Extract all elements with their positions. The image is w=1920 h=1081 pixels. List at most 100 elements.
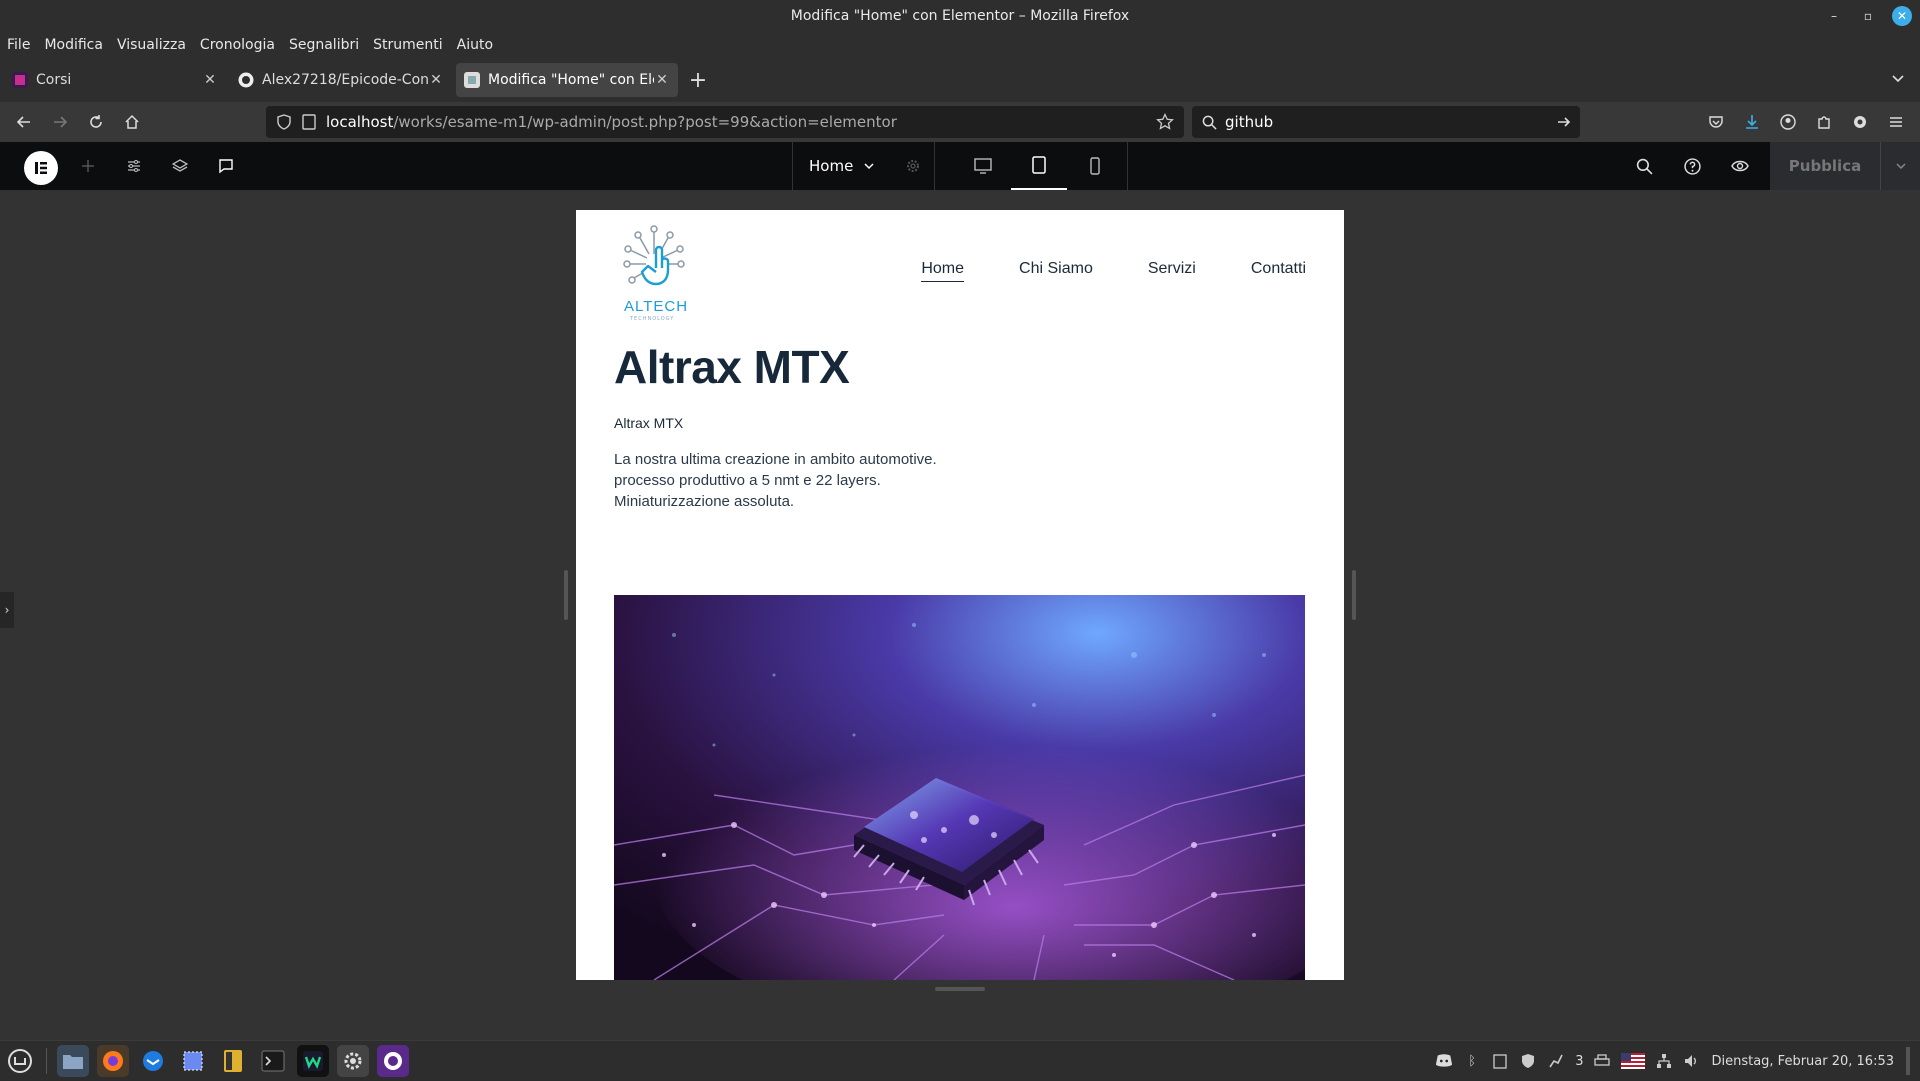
site-settings-icon[interactable] xyxy=(122,142,146,190)
navigator-layers-icon[interactable] xyxy=(168,142,192,190)
menu-file[interactable]: File xyxy=(7,37,30,53)
elementor-logo-icon[interactable] xyxy=(24,151,58,185)
resize-handle-right[interactable] xyxy=(1352,570,1356,620)
bookmark-star-icon[interactable] xyxy=(1156,113,1174,131)
finder-search-icon[interactable] xyxy=(1632,142,1656,190)
show-desktop-button[interactable] xyxy=(1906,1047,1910,1075)
publish-button[interactable]: Pubblica xyxy=(1770,142,1880,190)
comments-icon[interactable] xyxy=(214,142,238,190)
preview-eye-icon[interactable] xyxy=(1728,142,1752,190)
menu-cronologia[interactable]: Cronologia xyxy=(200,37,275,53)
webstorm-app-icon[interactable] xyxy=(297,1044,329,1077)
maximize-icon[interactable]: ▫ xyxy=(1858,6,1878,26)
search-input[interactable]: github xyxy=(1225,113,1273,131)
resize-handle-left[interactable] xyxy=(564,570,568,620)
page-info-icon[interactable] xyxy=(302,114,316,130)
account-icon[interactable] xyxy=(1770,106,1806,138)
github-desktop-app-icon[interactable] xyxy=(377,1044,409,1077)
settings-app-icon[interactable] xyxy=(337,1044,369,1077)
hero-heading[interactable]: Altrax MTX xyxy=(614,340,850,394)
resize-handle-bottom[interactable] xyxy=(935,987,985,991)
window-titlebar: Modifica "Home" con Elementor – Mozilla … xyxy=(0,0,1920,32)
close-window-icon[interactable]: ✕ xyxy=(1892,6,1912,26)
keyboard-layout-flag-icon[interactable] xyxy=(1621,1052,1646,1070)
close-tab-icon[interactable]: ✕ xyxy=(654,72,670,88)
bluetooth-icon[interactable]: ᛒ xyxy=(1463,1052,1481,1070)
new-tab-button[interactable]: + xyxy=(682,64,714,96)
printer-icon[interactable] xyxy=(1593,1052,1611,1070)
desktop-view-icon[interactable] xyxy=(955,142,1011,190)
publish-options-chevron-icon[interactable] xyxy=(1880,142,1920,190)
tab-corsi[interactable]: Corsi ✕ xyxy=(4,63,226,97)
mobile-view-icon[interactable] xyxy=(1067,142,1123,190)
menu-segnalibri[interactable]: Segnalibri xyxy=(289,37,359,53)
editor-canvas: › ALTECH TECHNOLOGY Home Chi Siamo Servi… xyxy=(0,190,1920,1040)
reload-icon[interactable] xyxy=(78,106,114,138)
volume-icon[interactable] xyxy=(1683,1052,1701,1070)
hamburger-menu-icon[interactable] xyxy=(1878,106,1914,138)
tab-elementor[interactable]: Modifica "Home" con Eleme ✕ xyxy=(456,63,678,97)
menu-modifica[interactable]: Modifica xyxy=(44,37,103,53)
discord-icon[interactable] xyxy=(1435,1052,1453,1070)
downloads-icon[interactable] xyxy=(1734,106,1770,138)
tracking-protection-icon[interactable] xyxy=(276,114,292,130)
logo-wordmark: ALTECH xyxy=(624,298,689,315)
epicode-favicon-icon xyxy=(12,72,28,88)
extension-puzzle-icon[interactable] xyxy=(1842,106,1878,138)
taskbar: ᛒ 3 Dienstag, Februar 20, 16:53 xyxy=(0,1040,1920,1080)
back-icon[interactable] xyxy=(6,106,42,138)
nav-home[interactable]: Home xyxy=(921,260,965,282)
terminal-app-icon[interactable] xyxy=(257,1045,289,1077)
pocket-icon[interactable] xyxy=(1698,106,1734,138)
add-element-icon[interactable] xyxy=(76,142,100,190)
tab-github[interactable]: Alex27218/Epicode-Conseg ✕ xyxy=(230,63,452,97)
mint-menu-icon[interactable] xyxy=(4,1045,36,1077)
list-all-tabs-icon[interactable] xyxy=(1890,70,1906,86)
url-bar[interactable]: localhost/works/esame-m1/wp-admin/post.p… xyxy=(266,106,1184,138)
calculator-app-icon[interactable] xyxy=(217,1045,249,1077)
wordpress-favicon-icon xyxy=(464,72,480,88)
tab-label: Alex27218/Epicode-Conseg xyxy=(262,72,428,88)
search-go-icon[interactable] xyxy=(1556,114,1572,130)
nav-contatti[interactable]: Contatti xyxy=(1251,260,1306,282)
forward-icon[interactable] xyxy=(42,106,78,138)
clipboard-icon[interactable] xyxy=(1491,1052,1509,1070)
window-title: Modifica "Home" con Elementor – Mozilla … xyxy=(790,8,1130,24)
files-app-icon[interactable] xyxy=(57,1044,89,1077)
network-icon[interactable] xyxy=(1655,1052,1673,1070)
close-tab-icon[interactable]: ✕ xyxy=(428,72,444,88)
firefox-app-icon[interactable] xyxy=(97,1044,129,1077)
minimize-icon[interactable]: – xyxy=(1824,6,1844,26)
home-icon[interactable] xyxy=(114,106,150,138)
navigation-bar: localhost/works/esame-m1/wp-admin/post.p… xyxy=(0,102,1920,142)
logo-tagline: TECHNOLOGY xyxy=(630,316,675,322)
screenshot-app-icon[interactable] xyxy=(177,1045,209,1077)
search-icon xyxy=(1202,115,1217,130)
menu-aiuto[interactable]: Aiuto xyxy=(457,37,493,53)
tab-bar: Corsi ✕ Alex27218/Epicode-Conseg ✕ Modif… xyxy=(0,58,1920,102)
nav-servizi[interactable]: Servizi xyxy=(1148,260,1196,282)
close-tab-icon[interactable]: ✕ xyxy=(202,72,218,88)
search-bar[interactable]: github xyxy=(1192,106,1580,138)
nav-chi-siamo[interactable]: Chi Siamo xyxy=(1019,260,1093,282)
tablet-view-icon[interactable] xyxy=(1011,142,1067,190)
panel-toggle-chevron-icon[interactable]: › xyxy=(0,592,14,628)
hero-description[interactable]: La nostra ultima creazione in ambito aut… xyxy=(614,449,937,512)
system-tray: ᛒ 3 Dienstag, Februar 20, 16:53 xyxy=(1435,1041,1910,1081)
clock[interactable]: Dienstag, Februar 20, 16:53 xyxy=(1711,1054,1894,1069)
extensions-icon[interactable] xyxy=(1806,106,1842,138)
menu-visualizza[interactable]: Visualizza xyxy=(117,37,186,53)
microchip-hero-image[interactable] xyxy=(614,595,1305,980)
hero-line: Miniaturizzazione assoluta. xyxy=(614,493,795,510)
menu-bar: File Modifica Visualizza Cronologia Segn… xyxy=(0,32,1920,58)
page-selector[interactable]: Home xyxy=(793,142,935,190)
help-icon[interactable] xyxy=(1680,142,1704,190)
notifications-icon[interactable] xyxy=(1547,1052,1565,1070)
shield-icon[interactable] xyxy=(1519,1052,1537,1070)
menu-strumenti[interactable]: Strumenti xyxy=(373,37,443,53)
thunderbird-app-icon[interactable] xyxy=(137,1045,169,1077)
hero-subheading[interactable]: Altrax MTX xyxy=(614,415,683,431)
url-host: localhost xyxy=(326,113,394,131)
page-selector-label: Home xyxy=(809,157,854,175)
page-settings-gear-icon[interactable] xyxy=(905,158,921,174)
